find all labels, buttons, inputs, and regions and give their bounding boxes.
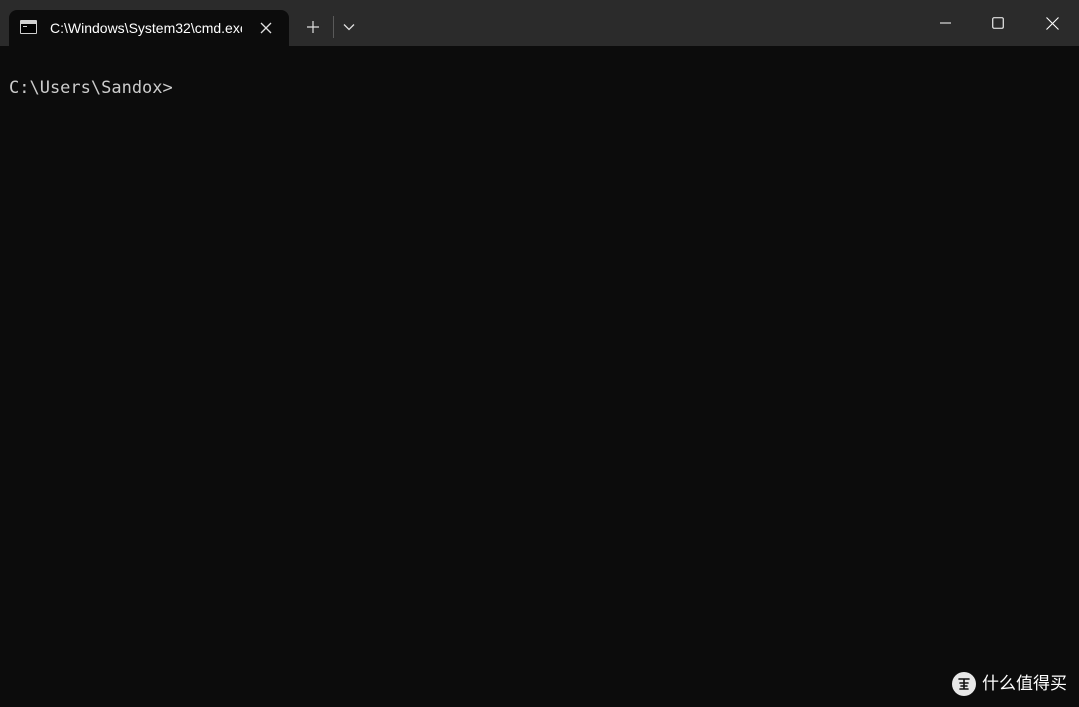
terminal-output[interactable]: C:\Users\Sandox> xyxy=(0,46,1079,707)
title-bar[interactable]: C:\Windows\System32\cmd.exe xyxy=(0,0,1079,46)
maximize-button[interactable] xyxy=(975,0,1021,46)
tab-title: C:\Windows\System32\cmd.exe xyxy=(50,20,242,36)
new-tab-button[interactable] xyxy=(301,15,325,39)
tab-cmd[interactable]: C:\Windows\System32\cmd.exe xyxy=(9,10,289,46)
tab-divider xyxy=(333,16,334,38)
chevron-down-icon xyxy=(343,24,355,31)
close-icon xyxy=(1045,16,1059,30)
watermark-text: 什么值得买 xyxy=(982,674,1067,694)
terminal-window: C:\Windows\System32\cmd.exe C:\Users\San… xyxy=(0,0,1079,707)
maximize-icon xyxy=(992,17,1004,29)
plus-icon xyxy=(307,21,319,33)
watermark: 什么值得买 xyxy=(952,672,1067,696)
profiles-dropdown-button[interactable] xyxy=(337,15,361,39)
close-window-button[interactable] xyxy=(1029,0,1075,46)
watermark-logo-icon xyxy=(952,672,976,696)
minimize-icon xyxy=(939,22,951,24)
close-icon xyxy=(260,22,272,34)
value-logo-icon xyxy=(958,678,970,690)
minimize-button[interactable] xyxy=(922,0,968,46)
console-app-icon xyxy=(20,20,37,34)
tab-close-button[interactable] xyxy=(256,18,276,38)
command-prompt: C:\Users\Sandox> xyxy=(9,78,173,98)
